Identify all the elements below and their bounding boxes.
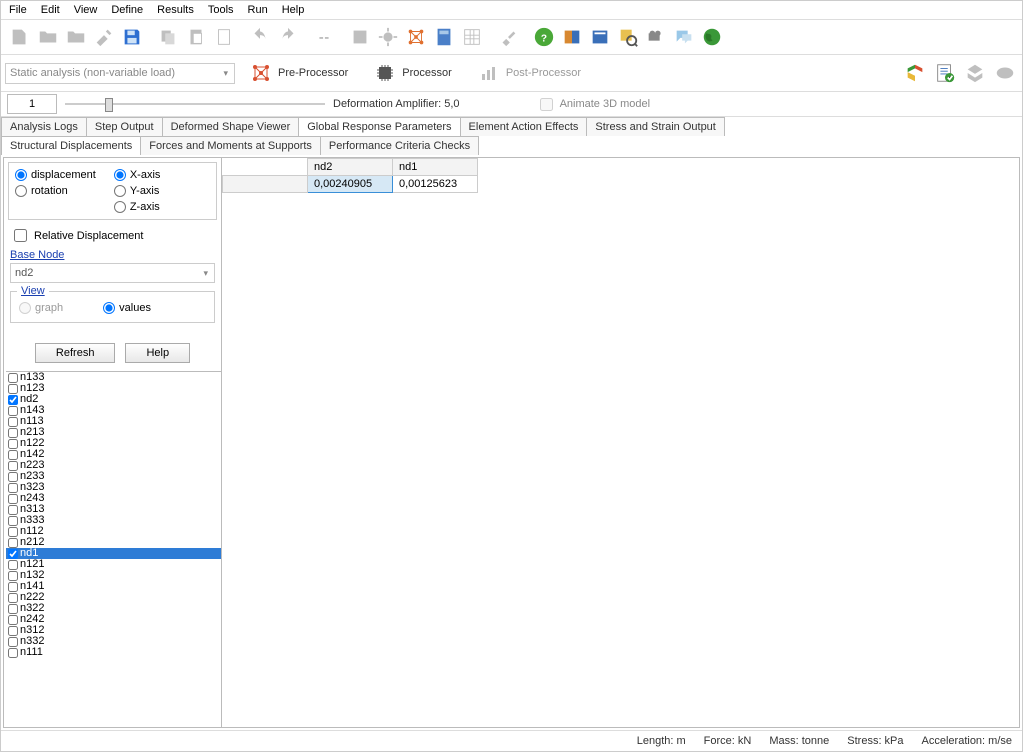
- deform-toolbar: 1 Deformation Amplifier: 5,0 Animate 3D …: [1, 91, 1022, 116]
- brush-icon[interactable]: [495, 24, 521, 50]
- book1-icon[interactable]: [559, 24, 585, 50]
- undo-icon[interactable]: [247, 24, 273, 50]
- main-content: displacement rotation X-axis Y-axis Z-ax…: [3, 157, 1020, 728]
- processor-button[interactable]: Processor: [363, 59, 463, 87]
- status-stress: Stress: kPa: [847, 735, 903, 747]
- help-button[interactable]: Help: [125, 343, 190, 363]
- menu-edit[interactable]: Edit: [41, 4, 60, 16]
- menu-view[interactable]: View: [74, 4, 98, 16]
- sub-tabs: Structural DisplacementsForces and Momen…: [1, 136, 1022, 155]
- cell[interactable]: 0,00125623: [393, 176, 478, 193]
- search-icon[interactable]: [615, 24, 641, 50]
- data-grid-panel: nd2nd1 0,002409050,00125623: [222, 158, 1019, 727]
- processor-toolbar: Static analysis (non-variable load) Pre-…: [1, 54, 1022, 91]
- status-length: Length: m: [637, 735, 686, 747]
- graph-radio: graph: [19, 302, 63, 314]
- help-icon[interactable]: ?: [531, 24, 557, 50]
- left-panel: displacement rotation X-axis Y-axis Z-ax…: [4, 158, 222, 727]
- processor-icon: [374, 62, 396, 84]
- 3d-icon[interactable]: [902, 60, 928, 86]
- tab-element-action-effects[interactable]: Element Action Effects: [460, 117, 588, 136]
- globe-icon[interactable]: [699, 24, 725, 50]
- paste-icon[interactable]: [183, 24, 209, 50]
- menu-define[interactable]: Define: [111, 4, 143, 16]
- save-icon[interactable]: [119, 24, 145, 50]
- main-toolbar: ?: [1, 19, 1022, 54]
- redo-icon[interactable]: [275, 24, 301, 50]
- menu-help[interactable]: Help: [282, 4, 305, 16]
- mesh-icon[interactable]: [403, 24, 429, 50]
- copy-icon[interactable]: [155, 24, 181, 50]
- new-icon[interactable]: [7, 24, 33, 50]
- tab-stress-and-strain-output[interactable]: Stress and Strain Output: [586, 117, 724, 136]
- link-icon[interactable]: [311, 24, 337, 50]
- status-mass: Mass: tonne: [769, 735, 829, 747]
- analysis-type-combo[interactable]: Static analysis (non-variable load): [5, 63, 235, 84]
- tab-forces-and-moments-at-supports[interactable]: Forces and Moments at Supports: [140, 136, 321, 155]
- menu-tools[interactable]: Tools: [208, 4, 234, 16]
- calc-icon[interactable]: [431, 24, 457, 50]
- rotation-radio[interactable]: rotation: [15, 185, 96, 197]
- amp-slider[interactable]: [65, 95, 325, 113]
- refresh-button[interactable]: Refresh: [35, 343, 116, 363]
- pre-processor-button[interactable]: Pre-Processor: [239, 59, 359, 87]
- tab-structural-displacements[interactable]: Structural Displacements: [1, 136, 141, 155]
- status-accel: Acceleration: m/se: [922, 735, 1012, 747]
- row-header[interactable]: [223, 176, 308, 193]
- chat-icon[interactable]: [671, 24, 697, 50]
- node-item[interactable]: n212: [6, 537, 221, 548]
- post-processor-icon: [478, 62, 500, 84]
- wizard-icon[interactable]: [91, 24, 117, 50]
- post-processor-button[interactable]: Post-Processor: [467, 59, 592, 87]
- menu-file[interactable]: File: [9, 4, 27, 16]
- displacement-radio[interactable]: displacement: [15, 169, 96, 181]
- base-node-combo[interactable]: nd2: [10, 263, 215, 283]
- col-header[interactable]: nd2: [308, 159, 393, 176]
- stop-icon[interactable]: [347, 24, 373, 50]
- shape2-icon[interactable]: [992, 60, 1018, 86]
- folder-icon[interactable]: [35, 24, 61, 50]
- report-icon[interactable]: [932, 60, 958, 86]
- menu-bar: File Edit View Define Results Tools Run Help: [1, 1, 1022, 19]
- col-header[interactable]: nd1: [393, 159, 478, 176]
- base-node-label: Base Node: [10, 249, 215, 261]
- y-axis-radio[interactable]: Y-axis: [114, 185, 161, 197]
- type-axis-box: displacement rotation X-axis Y-axis Z-ax…: [8, 162, 217, 220]
- node-item[interactable]: n123: [6, 383, 221, 394]
- status-bar: Length: m Force: kN Mass: tonne Stress: …: [1, 730, 1022, 751]
- book2-icon[interactable]: [587, 24, 613, 50]
- data-table: nd2nd1 0,002409050,00125623: [222, 158, 478, 193]
- svg-text:?: ?: [541, 34, 547, 45]
- status-force: Force: kN: [704, 735, 752, 747]
- view-box: View graph values: [10, 291, 215, 323]
- step-spinner[interactable]: 1: [7, 94, 57, 114]
- x-axis-radio[interactable]: X-axis: [114, 169, 161, 181]
- values-radio[interactable]: values: [103, 302, 151, 314]
- tab-step-output[interactable]: Step Output: [86, 117, 163, 136]
- shape1-icon[interactable]: [962, 60, 988, 86]
- animate-checkbox[interactable]: Animate 3D model: [516, 95, 651, 114]
- node-item[interactable]: n111: [6, 647, 221, 658]
- tab-global-response-parameters[interactable]: Global Response Parameters: [298, 117, 460, 136]
- tab-performance-criteria-checks[interactable]: Performance Criteria Checks: [320, 136, 479, 155]
- node-list[interactable]: n133n123nd2n143n113n213n122n142n223n233n…: [6, 371, 221, 727]
- gear-icon[interactable]: [375, 24, 401, 50]
- menu-run[interactable]: Run: [248, 4, 268, 16]
- pre-processor-icon: [250, 62, 272, 84]
- menu-results[interactable]: Results: [157, 4, 194, 16]
- video-icon[interactable]: [643, 24, 669, 50]
- grid-icon[interactable]: [459, 24, 485, 50]
- relative-disp-checkbox[interactable]: Relative Displacement: [10, 226, 215, 245]
- tab-analysis-logs[interactable]: Analysis Logs: [1, 117, 87, 136]
- z-axis-radio[interactable]: Z-axis: [114, 201, 161, 213]
- result-tabs: Analysis LogsStep OutputDeformed Shape V…: [1, 116, 1022, 136]
- tab-deformed-shape-viewer[interactable]: Deformed Shape Viewer: [162, 117, 300, 136]
- amp-label: Deformation Amplifier: 5,0: [333, 98, 460, 110]
- doc-icon[interactable]: [211, 24, 237, 50]
- cell[interactable]: 0,00240905: [308, 176, 393, 193]
- folder2-icon[interactable]: [63, 24, 89, 50]
